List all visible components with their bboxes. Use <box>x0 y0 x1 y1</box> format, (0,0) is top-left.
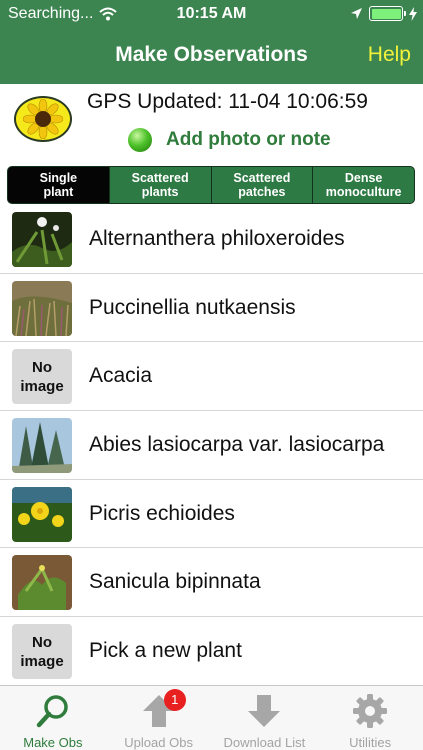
status-bar: Searching... 10:15 AM <box>0 0 423 28</box>
segment-dense-monoculture[interactable]: Dense monoculture <box>312 167 414 203</box>
no-image-placeholder: No image <box>12 624 72 680</box>
plant-name: Alternanthera philoxeroides <box>89 227 345 250</box>
navigation-bar: Make Observations Help <box>0 28 423 84</box>
tab-label: Utilities <box>349 735 392 750</box>
gear-icon <box>350 692 390 730</box>
observation-info: GPS Updated: 11-04 10:06:59 Add photo or… <box>0 84 423 164</box>
plant-name: Abies lasiocarpa var. lasiocarpa <box>89 433 385 457</box>
plant-thumbnail <box>12 486 72 542</box>
tab-label: Download List <box>223 735 306 750</box>
page-title: Make Observations <box>115 43 308 66</box>
tab-bar: Make Obs 1 Upload Obs Download List Util… <box>0 685 423 750</box>
plant-thumbnail <box>12 212 72 267</box>
segment-scattered-plants[interactable]: Scattered plants <box>108 167 211 203</box>
no-image-placeholder: No image <box>12 349 72 405</box>
green-dot-icon <box>128 128 152 152</box>
plant-name: Picris echioides <box>89 501 235 525</box>
battery-icon <box>369 6 406 21</box>
add-photo-or-note-label: Add photo or note <box>166 129 331 150</box>
plant-thumbnail <box>12 555 72 611</box>
help-button[interactable]: Help <box>368 43 411 67</box>
list-item[interactable]: Alternanthera philoxeroides <box>0 205 423 274</box>
segment-scattered-patches[interactable]: Scattered patches <box>210 167 313 203</box>
segment-single-plant[interactable]: Single plant <box>8 167 109 203</box>
sunflower-icon <box>23 99 63 139</box>
plant-list: Alternanthera philoxeroides Puccinellia … <box>0 205 423 686</box>
charging-bolt-icon <box>409 6 417 21</box>
tab-label: Make Obs <box>23 735 83 750</box>
status-right <box>350 6 417 21</box>
tab-upload-obs[interactable]: 1 Upload Obs <box>106 686 212 750</box>
tab-make-obs[interactable]: Make Obs <box>0 686 106 750</box>
location-arrow-icon <box>351 8 362 19</box>
list-item[interactable]: Puccinellia nutkaensis <box>0 274 423 343</box>
tab-label: Upload Obs <box>124 735 193 750</box>
tab-download-list[interactable]: Download List <box>212 686 318 750</box>
alternanthera-photo <box>12 212 72 267</box>
add-photo-or-note-button[interactable]: Add photo or note <box>128 128 331 152</box>
search-icon <box>33 692 73 730</box>
plant-thumbnail <box>12 418 72 474</box>
list-item[interactable]: No image Acacia <box>0 342 423 412</box>
list-item[interactable]: Sanicula bipinnata <box>0 548 423 618</box>
plant-thumbnail <box>12 280 72 336</box>
plant-name: Pick a new plant <box>89 639 242 663</box>
tab-utilities[interactable]: Utilities <box>317 686 423 750</box>
list-item[interactable]: Abies lasiocarpa var. lasiocarpa <box>0 411 423 480</box>
download-arrow-icon <box>244 692 284 730</box>
yellow-flower-photo <box>12 486 72 542</box>
plant-name: Sanicula bipinnata <box>89 570 261 594</box>
gps-status: GPS Updated: 11-04 10:06:59 <box>87 90 368 113</box>
sanicula-photo <box>12 555 72 611</box>
list-item[interactable]: No image Pick a new plant <box>0 617 423 686</box>
density-segmented-control: Single plant Scattered plants Scattered pat… <box>7 166 415 204</box>
plant-name: Acacia <box>89 364 153 388</box>
plant-name: Puccinellia nutkaensis <box>89 295 296 319</box>
grass-photo <box>12 280 72 336</box>
upload-count-badge: 1 <box>163 689 186 711</box>
list-item[interactable]: Picris echioides <box>0 480 423 549</box>
fir-trees-photo <box>12 418 72 474</box>
sunflower-logo <box>14 96 72 142</box>
